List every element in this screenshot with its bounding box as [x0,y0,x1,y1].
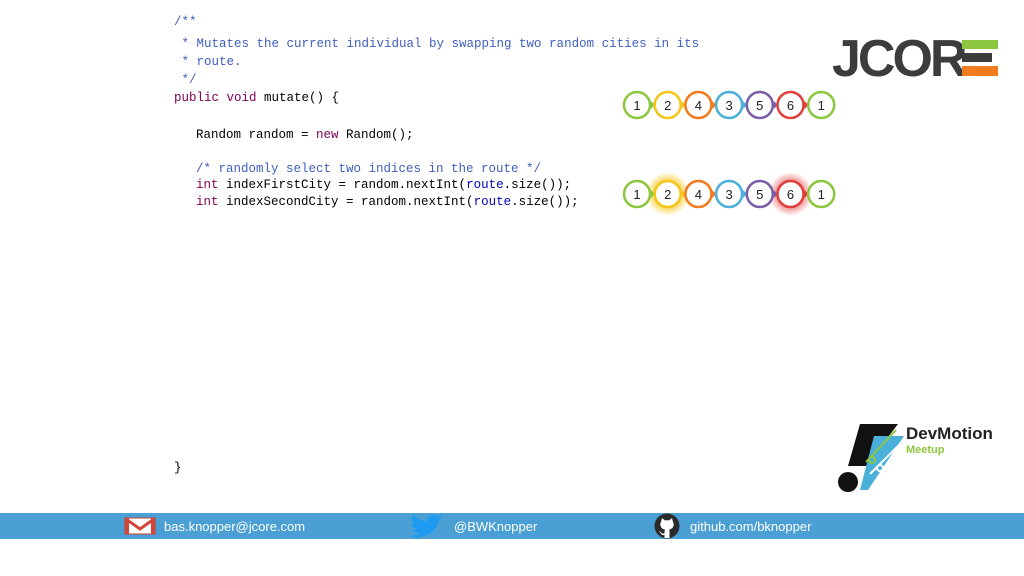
route-bottom-arrow [743,190,748,198]
route-bottom-city-node [622,179,652,209]
footer-github[interactable]: github.com/bknopper [652,513,811,539]
code-keyword: public void [174,91,257,105]
route-bottom-arrow [804,190,809,198]
twitter-icon [410,514,444,538]
code-line-3: * route. [174,55,242,69]
code-keyword: int [196,178,219,192]
code-text: mutate() { [256,91,340,105]
code-field: route [466,178,504,192]
route-bottom-city-label: 1 [633,187,640,202]
route-bottom-arrow [681,190,686,198]
route-chain-original: 1 2 4 3 5 6 1 [622,90,836,120]
devmotion-subtitle: Meetup [906,444,945,456]
route-top-city-label: 4 [695,98,702,113]
code-text: Random(); [338,128,414,142]
route-top-city-node [745,90,775,120]
route-bottom-highlight-glow [645,172,690,216]
route-bottom-city-label: 1 [818,187,825,202]
github-icon [654,513,680,539]
code-text: indexSecondCity = random.nextInt( [218,195,474,209]
logo-bar-green [962,40,998,49]
code-line-8: int indexFirstCity = random.nextInt(rout… [196,177,571,193]
jcore-logo: JCOR [832,30,998,88]
route-top-city-label: 1 [818,98,825,113]
jcore-logo-mark: JCOR [832,30,998,88]
code-text: .size()); [511,195,579,209]
code-text: Random random = [196,128,317,142]
route-bottom-city-node [745,179,775,209]
route-bottom-arrow [773,190,778,198]
code-line-7: /* randomly select two indices in the ro… [196,162,542,176]
code-line-1: /** [174,15,197,29]
logo-bar-dark [962,53,992,62]
twitter-handle[interactable]: @BWKnopper [454,519,537,534]
route-top-city-node [806,90,836,120]
route-top-city-node [684,90,713,120]
devmotion-icon [838,424,904,492]
route-chain-mutated: 1 2 4 3 5 6 1 [622,172,836,216]
route-top-city-node [776,90,805,120]
footer-email[interactable]: bas.knopper@jcore.com [124,513,305,539]
code-text: .size()); [503,178,572,192]
route-top-city-label: 5 [756,98,763,113]
route-top-arrow [773,101,778,109]
jcore-logo-text: JCOR [832,36,967,80]
code-line-9: int indexSecondCity = random.nextInt(rou… [196,194,579,210]
route-bottom-city-node [806,179,836,209]
route-bottom-city-label: 6 [787,187,794,202]
devmotion-title: DevMotion [906,424,993,443]
code-line-10: } [174,461,182,475]
route-top-city-label: 1 [633,98,640,113]
route-top-city-label: 2 [664,98,671,113]
code-keyword: new [316,128,339,142]
route-top-arrow [743,101,748,109]
logo-bar-orange [962,66,998,76]
route-bottom-city-label: 5 [756,187,763,202]
route-bottom-city-node [653,179,682,209]
github-link[interactable]: github.com/bknopper [690,519,811,534]
route-bottom-city-label: 4 [695,187,702,202]
route-top-city-label: 6 [787,98,794,113]
code-line-6: Random random = new Random(); [196,127,414,143]
gmail-icon [124,517,156,535]
code-text: indexFirstCity = random.nextInt( [218,178,467,192]
route-bottom-arrow [712,190,717,198]
route-bottom-city-label: 3 [725,187,732,202]
route-bottom-city-node [776,179,805,209]
devmotion-logo: DevMotion Meetup [838,422,1008,494]
route-bottom-city-node [714,179,744,209]
route-top-arrow [804,101,809,109]
route-top-arrow [651,101,655,109]
footer-bar: bas.knopper@jcore.com @BWKnopper github.… [0,513,1024,539]
route-bottom-city-label: 2 [664,187,671,202]
code-line-2: * Mutates the current individual by swap… [174,37,700,51]
route-bottom-city-node [684,179,713,209]
code-keyword: int [196,195,219,209]
code-line-5: public void mutate() { [174,90,339,106]
route-top-city-node [653,90,682,120]
route-top-city-node [622,90,652,120]
route-top-city-node [714,90,744,120]
route-top-arrow [681,101,686,109]
email-link[interactable]: bas.knopper@jcore.com [164,519,305,534]
route-bottom-arrow [651,190,655,198]
code-field: route [473,195,512,209]
code-line-4: */ [174,73,197,87]
footer-twitter[interactable]: @BWKnopper [408,513,537,539]
route-bottom-highlight-glow [768,172,813,216]
route-top-city-label: 3 [725,98,732,113]
route-top-arrow [712,101,717,109]
